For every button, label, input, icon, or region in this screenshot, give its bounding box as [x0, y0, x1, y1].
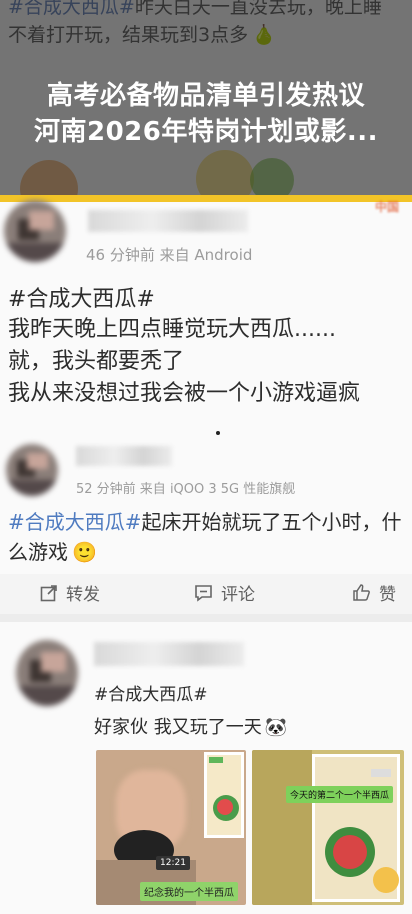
post-body: 好家伙 我又玩了一天 🐼 — [94, 713, 287, 739]
headline-line-1: 高考必备物品清单引发热议 — [46, 81, 365, 111]
banner-accent-bar — [0, 195, 412, 202]
corner-badge: 中国 — [374, 200, 399, 214]
post-meta: 46 分钟前 来自 Android — [86, 246, 253, 264]
panda-emoji-icon: 🐼 — [264, 717, 288, 738]
hashtag-link[interactable]: #合成大西瓜# — [8, 281, 155, 313]
like-label: 赞 — [379, 585, 396, 605]
username-blurred[interactable] — [76, 446, 172, 466]
post-line: 我从来没想过我会被一个小游戏逼疯 — [8, 381, 361, 406]
photo-caption: 今天的第二个一个半西瓜 — [286, 786, 394, 803]
avatar[interactable] — [6, 444, 58, 496]
post-text: 起床开始就玩了五个小时，什 — [141, 510, 402, 534]
dot — [216, 431, 220, 435]
section-divider — [0, 614, 412, 622]
comment-icon — [195, 584, 212, 602]
repost-label: 转发 — [66, 585, 100, 605]
repost-icon — [40, 584, 57, 601]
comment-button[interactable]: 评论 — [194, 580, 255, 605]
post-action-bar: 转发 评论 赞 — [0, 574, 412, 614]
post-text: 好家伙 我又玩了一天 — [94, 717, 262, 738]
thumbs-up-icon — [353, 584, 370, 601]
post-line: 我昨天晚上四点睡觉玩大西瓜...... — [8, 317, 336, 342]
post-body-line-2: 么游戏 🙂 — [8, 536, 97, 565]
headline[interactable]: 高考必备物品清单引发热议 河南2026年特岗计划或影... — [0, 78, 412, 150]
headline-line-2: 河南2026年特岗计划或影... — [34, 117, 378, 147]
post-body: #合成大西瓜#起床开始就玩了五个小时，什 — [8, 506, 402, 535]
smile-emoji-icon: 🙂 — [72, 540, 97, 564]
avatar[interactable] — [4, 200, 66, 262]
username-blurred[interactable] — [88, 210, 248, 232]
phone-screen — [312, 754, 400, 902]
post-photo-right[interactable]: 今天的第二个一个半西瓜 — [252, 750, 404, 905]
repost-button[interactable]: 转发 — [40, 580, 100, 605]
like-button[interactable]: 赞 — [352, 580, 396, 605]
photo-caption: 纪念我的一个半西瓜 — [140, 882, 238, 901]
news-banner[interactable]: #合成大西瓜#昨天白天一直没去玩，晚上睡 不着打开玩，结果玩到3点多🍐 高考必备… — [0, 0, 412, 196]
avatar[interactable] — [16, 640, 78, 706]
post-line: 就，我头都要秃了 — [8, 349, 185, 374]
hashtag-link[interactable]: #合成大西瓜# — [94, 680, 208, 705]
photo-timestamp: 12:21 — [156, 856, 190, 870]
phone-screen — [204, 752, 244, 838]
post-body: 我昨天晚上四点睡觉玩大西瓜...... 就，我头都要秃了 我从来没想过我会被一个… — [8, 314, 360, 410]
comment-label: 评论 — [221, 585, 255, 605]
post-meta: 52 分钟前 来自 iQOO 3 5G 性能旗舰 — [76, 482, 296, 497]
post-text: 么游戏 — [8, 540, 68, 564]
hashtag-link[interactable]: #合成大西瓜# — [8, 510, 142, 534]
post-photo-left[interactable]: 12:21 纪念我的一个半西瓜 — [96, 750, 246, 905]
username-blurred[interactable] — [94, 642, 244, 666]
